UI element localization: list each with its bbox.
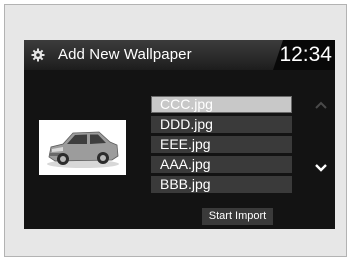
file-item[interactable]: DDD.jpg <box>151 116 292 133</box>
file-list: CCC.jpg DDD.jpg EEE.jpg AAA.jpg BBB.jpg <box>151 96 292 196</box>
clock-display: 12:34 <box>279 43 332 66</box>
car-thumbnail-image <box>39 120 126 175</box>
clock-panel: 12:34 <box>273 40 335 70</box>
file-item[interactable]: EEE.jpg <box>151 136 292 153</box>
file-item[interactable]: BBB.jpg <box>151 176 292 193</box>
wallpaper-preview <box>39 120 126 175</box>
file-item[interactable]: CCC.jpg <box>151 96 292 113</box>
chevron-down-icon[interactable] <box>314 163 328 173</box>
chevron-up-icon[interactable] <box>314 100 328 110</box>
gear-icon <box>31 48 45 62</box>
start-import-button[interactable]: Start Import <box>202 208 273 225</box>
screen-title: Add New Wallpaper <box>58 46 192 63</box>
display-screen: Add New Wallpaper 12:34 CCC.jpg DDD.jpg … <box>24 40 335 229</box>
file-item[interactable]: AAA.jpg <box>151 156 292 173</box>
header-bar: Add New Wallpaper 12:34 <box>24 40 335 70</box>
